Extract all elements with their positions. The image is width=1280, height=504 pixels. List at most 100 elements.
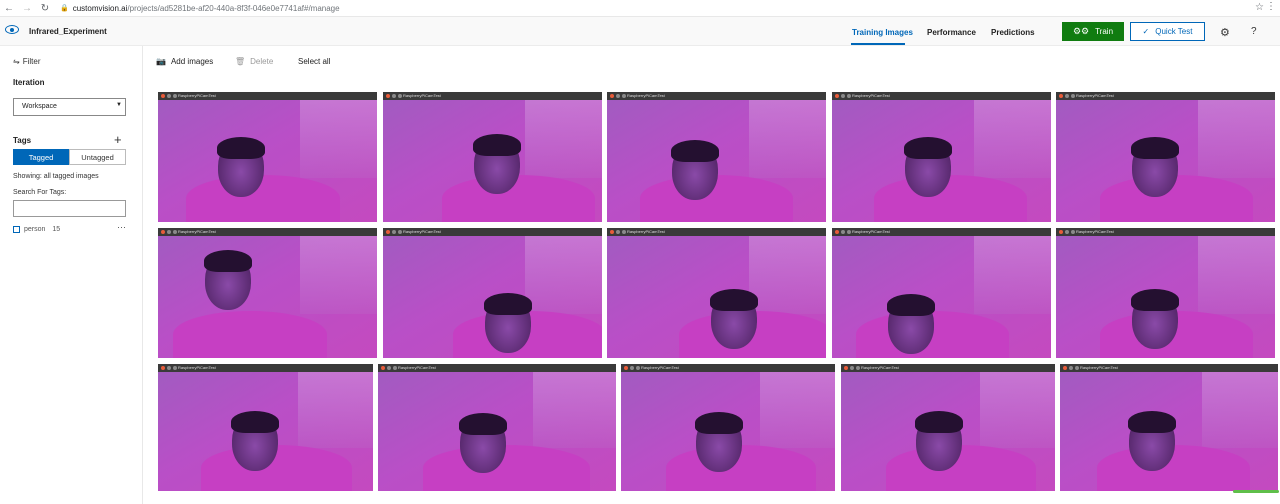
person-hair [670,139,719,162]
training-image-thumbnail[interactable]: RaspberryPiCamTest [158,228,377,358]
background-wall [760,372,835,449]
trash-icon: 🗑 [235,57,246,66]
settings-gear-icon[interactable]: ⚙ [1220,26,1230,39]
sidebar: ⇋ Filter Iteration Workspace ▼ Tags + Ta… [0,46,143,504]
window-title: RaspberryPiCamTest [627,229,665,234]
window-titlebar: RaspberryPiCamTest [607,228,826,236]
address-bar[interactable]: 🔒 customvision.ai/projects/ad5281be-af20… [60,4,340,13]
window-title: RaspberryPiCamTest [1080,365,1118,370]
delete-button[interactable]: 🗑 Delete [235,57,273,66]
training-image-thumbnail[interactable]: RaspberryPiCamTest [158,92,377,222]
background-wall [525,236,602,314]
train-button[interactable]: ⚙⚙ Train [1062,22,1124,41]
search-tags-label: Search For Tags: [13,189,67,196]
person-hair [204,249,253,272]
filter-toggle[interactable]: ⇋ Filter [13,57,40,66]
window-controls [844,366,860,370]
person-torso [873,175,1027,222]
person-hair [217,137,266,159]
untagged-button[interactable]: Untagged [69,149,126,165]
window-controls [161,94,177,98]
search-tags-input[interactable] [13,200,126,217]
filter-icon: ⇋ [13,57,20,66]
window-controls [1059,230,1075,234]
url-path: /projects/ad5281be-af20-440a-8f3f-046e0e… [127,3,340,13]
person-hair [1130,288,1179,311]
forward-arrow-icon[interactable]: → [18,3,36,14]
person-torso [442,175,596,222]
lock-icon: 🔒 [60,5,69,12]
training-image-thumbnail[interactable]: RaspberryPiCamTest [607,92,826,222]
window-title: RaspberryPiCamTest [178,365,216,370]
tab-predictions[interactable]: Predictions [991,28,1035,37]
tab-training-images[interactable]: Training Images [852,28,913,37]
tab-performance[interactable]: Performance [927,28,976,37]
iteration-value: Workspace [22,103,57,110]
window-titlebar: RaspberryPiCamTest [621,364,835,372]
window-controls [161,230,177,234]
person-torso [173,311,327,358]
help-icon[interactable]: ? [1251,26,1257,37]
person-hair [886,293,935,316]
reload-icon[interactable]: ↻ [36,3,54,14]
window-title: RaspberryPiCamTest [852,229,890,234]
person-hair [695,411,744,434]
person-torso [423,445,590,491]
image-toolbar: 📷 Add images 🗑 Delete Select all [143,46,1280,76]
add-tag-plus-icon[interactable]: + [114,132,122,147]
training-image-thumbnail[interactable]: RaspberryPiCamTest [832,92,1051,222]
browser-menu-icon[interactable]: ⋮ [1266,1,1276,12]
training-image-thumbnail[interactable]: RaspberryPiCamTest [378,364,616,491]
training-image-thumbnail[interactable]: RaspberryPiCamTest [832,228,1051,358]
window-titlebar: RaspberryPiCamTest [383,228,602,236]
training-image-thumbnail[interactable]: RaspberryPiCamTest [621,364,835,491]
window-titlebar: RaspberryPiCamTest [607,92,826,100]
window-controls [1063,366,1079,370]
window-title: RaspberryPiCamTest [1076,93,1114,98]
tag-checkbox[interactable] [13,225,20,233]
window-controls [835,230,851,234]
background-wall [300,236,377,314]
train-button-label: Train [1095,27,1114,36]
window-title: RaspberryPiCamTest [178,229,216,234]
progress-indicator [1233,490,1279,493]
window-titlebar: RaspberryPiCamTest [1056,92,1275,100]
custom-vision-eye-icon[interactable] [5,25,19,34]
window-titlebar: RaspberryPiCamTest [158,92,377,100]
background-wall [1201,372,1278,449]
window-title: RaspberryPiCamTest [852,93,890,98]
background-wall [974,236,1051,314]
tagged-button[interactable]: Tagged [13,149,69,165]
training-image-thumbnail[interactable]: RaspberryPiCamTest [383,228,602,358]
training-image-thumbnail[interactable]: RaspberryPiCamTest [1060,364,1278,491]
person-hair [483,292,532,315]
background-wall [980,372,1055,449]
training-image-thumbnail[interactable]: RaspberryPiCamTest [158,364,373,491]
window-title: RaspberryPiCamTest [861,365,899,370]
person-hair [472,134,521,157]
training-image-thumbnail[interactable]: RaspberryPiCamTest [1056,228,1275,358]
back-arrow-icon[interactable]: ← [0,3,18,14]
tag-count: 15 [52,225,61,233]
window-controls [386,94,402,98]
person-hair [904,137,953,159]
add-images-button[interactable]: 📷 Add images [156,57,213,66]
training-image-thumbnail[interactable]: RaspberryPiCamTest [383,92,602,222]
window-title: RaspberryPiCamTest [1076,229,1114,234]
url-domain: customvision.ai [72,3,128,13]
tagged-untagged-toggle: Tagged Untagged [13,149,126,165]
tag-more-options-icon[interactable]: ⋯ [117,222,126,233]
training-image-thumbnail[interactable]: RaspberryPiCamTest [607,228,826,358]
background-wall [525,100,602,178]
window-titlebar: RaspberryPiCamTest [158,228,377,236]
window-title: RaspberryPiCamTest [178,93,216,98]
training-image-thumbnail[interactable]: RaspberryPiCamTest [1056,92,1275,222]
person-hair [1127,410,1176,433]
select-all-button[interactable]: Select all [298,57,330,66]
quick-test-button[interactable]: ✓ Quick Test [1130,22,1205,41]
bookmark-star-icon[interactable]: ☆ [1255,2,1264,13]
quick-test-button-label: Quick Test [1155,27,1193,36]
iteration-dropdown[interactable]: Workspace ▼ [13,98,126,116]
tag-row-person[interactable]: person 15 ⋯ [13,222,126,234]
training-image-thumbnail[interactable]: RaspberryPiCamTest [841,364,1055,491]
